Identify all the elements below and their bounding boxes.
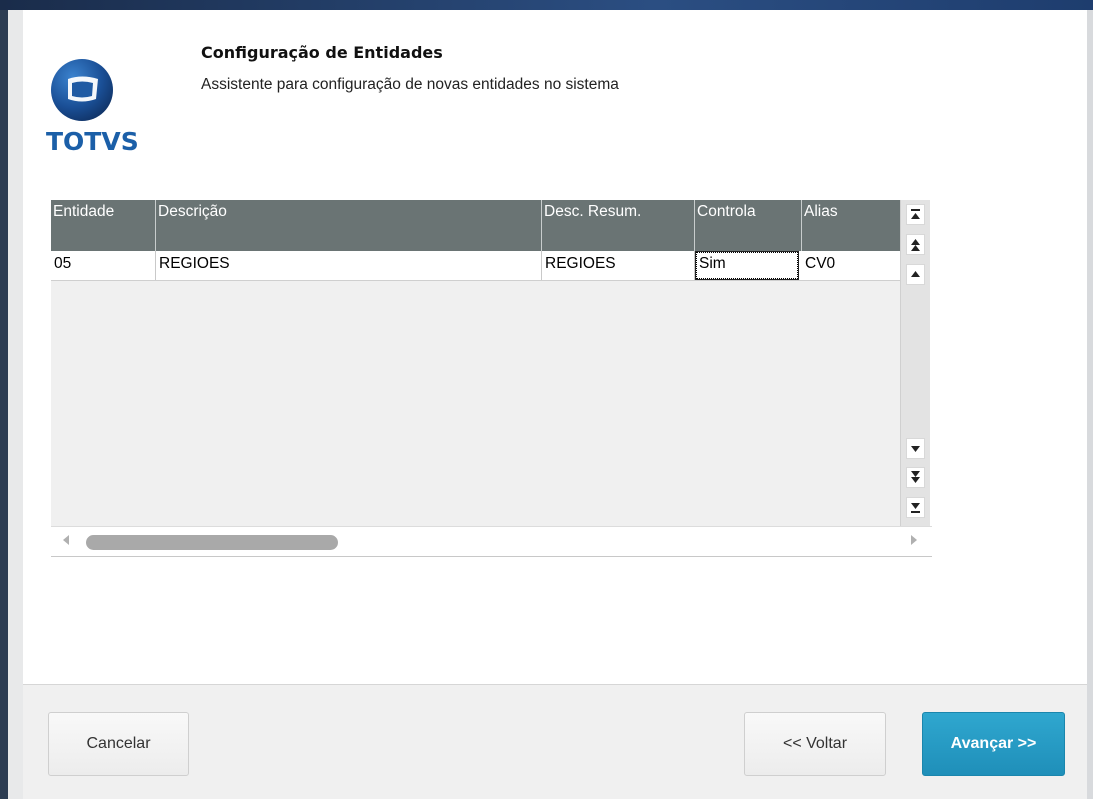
- scroll-up-icon[interactable]: [906, 264, 925, 285]
- scroll-page-up-icon[interactable]: [906, 234, 925, 255]
- vertical-scrollbar[interactable]: [900, 200, 930, 526]
- entities-grid[interactable]: Entidade Descrição Desc. Resum. Controla…: [51, 200, 932, 557]
- scroll-left-icon[interactable]: [61, 533, 71, 550]
- window-title-bar: [0, 0, 1093, 10]
- logo-wordmark: TOTVS: [46, 127, 139, 155]
- table-row[interactable]: 05 REGIOES REGIOES Sim CV0: [51, 251, 900, 281]
- column-header-descricao[interactable]: Descrição: [156, 200, 542, 251]
- window-right-border: [1087, 10, 1093, 799]
- scroll-top-icon[interactable]: [906, 204, 925, 225]
- scroll-bottom-icon[interactable]: [906, 497, 925, 518]
- column-header-entidade[interactable]: Entidade: [51, 200, 156, 251]
- page-title: Configuração de Entidades: [201, 43, 443, 62]
- scroll-right-icon[interactable]: [909, 533, 919, 550]
- scroll-down-icon[interactable]: [906, 438, 925, 459]
- horizontal-scroll-thumb[interactable]: [86, 535, 338, 550]
- cell-controla[interactable]: Sim: [695, 251, 799, 280]
- back-button[interactable]: << Voltar: [744, 712, 886, 776]
- window-left-gutter: [8, 10, 23, 799]
- scroll-page-down-icon[interactable]: [906, 467, 925, 488]
- window-left-border: [0, 10, 8, 799]
- column-header-desc-resum[interactable]: Desc. Resum.: [542, 200, 695, 251]
- cell-descricao[interactable]: REGIOES: [156, 251, 542, 280]
- page-subtitle: Assistente para configuração de novas en…: [201, 76, 619, 93]
- cancel-button[interactable]: Cancelar: [48, 712, 189, 776]
- horizontal-scrollbar[interactable]: [51, 526, 932, 556]
- column-header-controla[interactable]: Controla: [695, 200, 802, 251]
- cell-entidade[interactable]: 05: [51, 251, 156, 280]
- cell-desc-resum[interactable]: REGIOES: [542, 251, 695, 280]
- column-header-alias[interactable]: Alias: [802, 200, 900, 251]
- grid-body: Entidade Descrição Desc. Resum. Controla…: [51, 200, 900, 526]
- cell-alias[interactable]: CV0: [802, 251, 900, 280]
- next-button[interactable]: Avançar >>: [922, 712, 1065, 776]
- totvs-logo: TOTVS: [46, 55, 142, 156]
